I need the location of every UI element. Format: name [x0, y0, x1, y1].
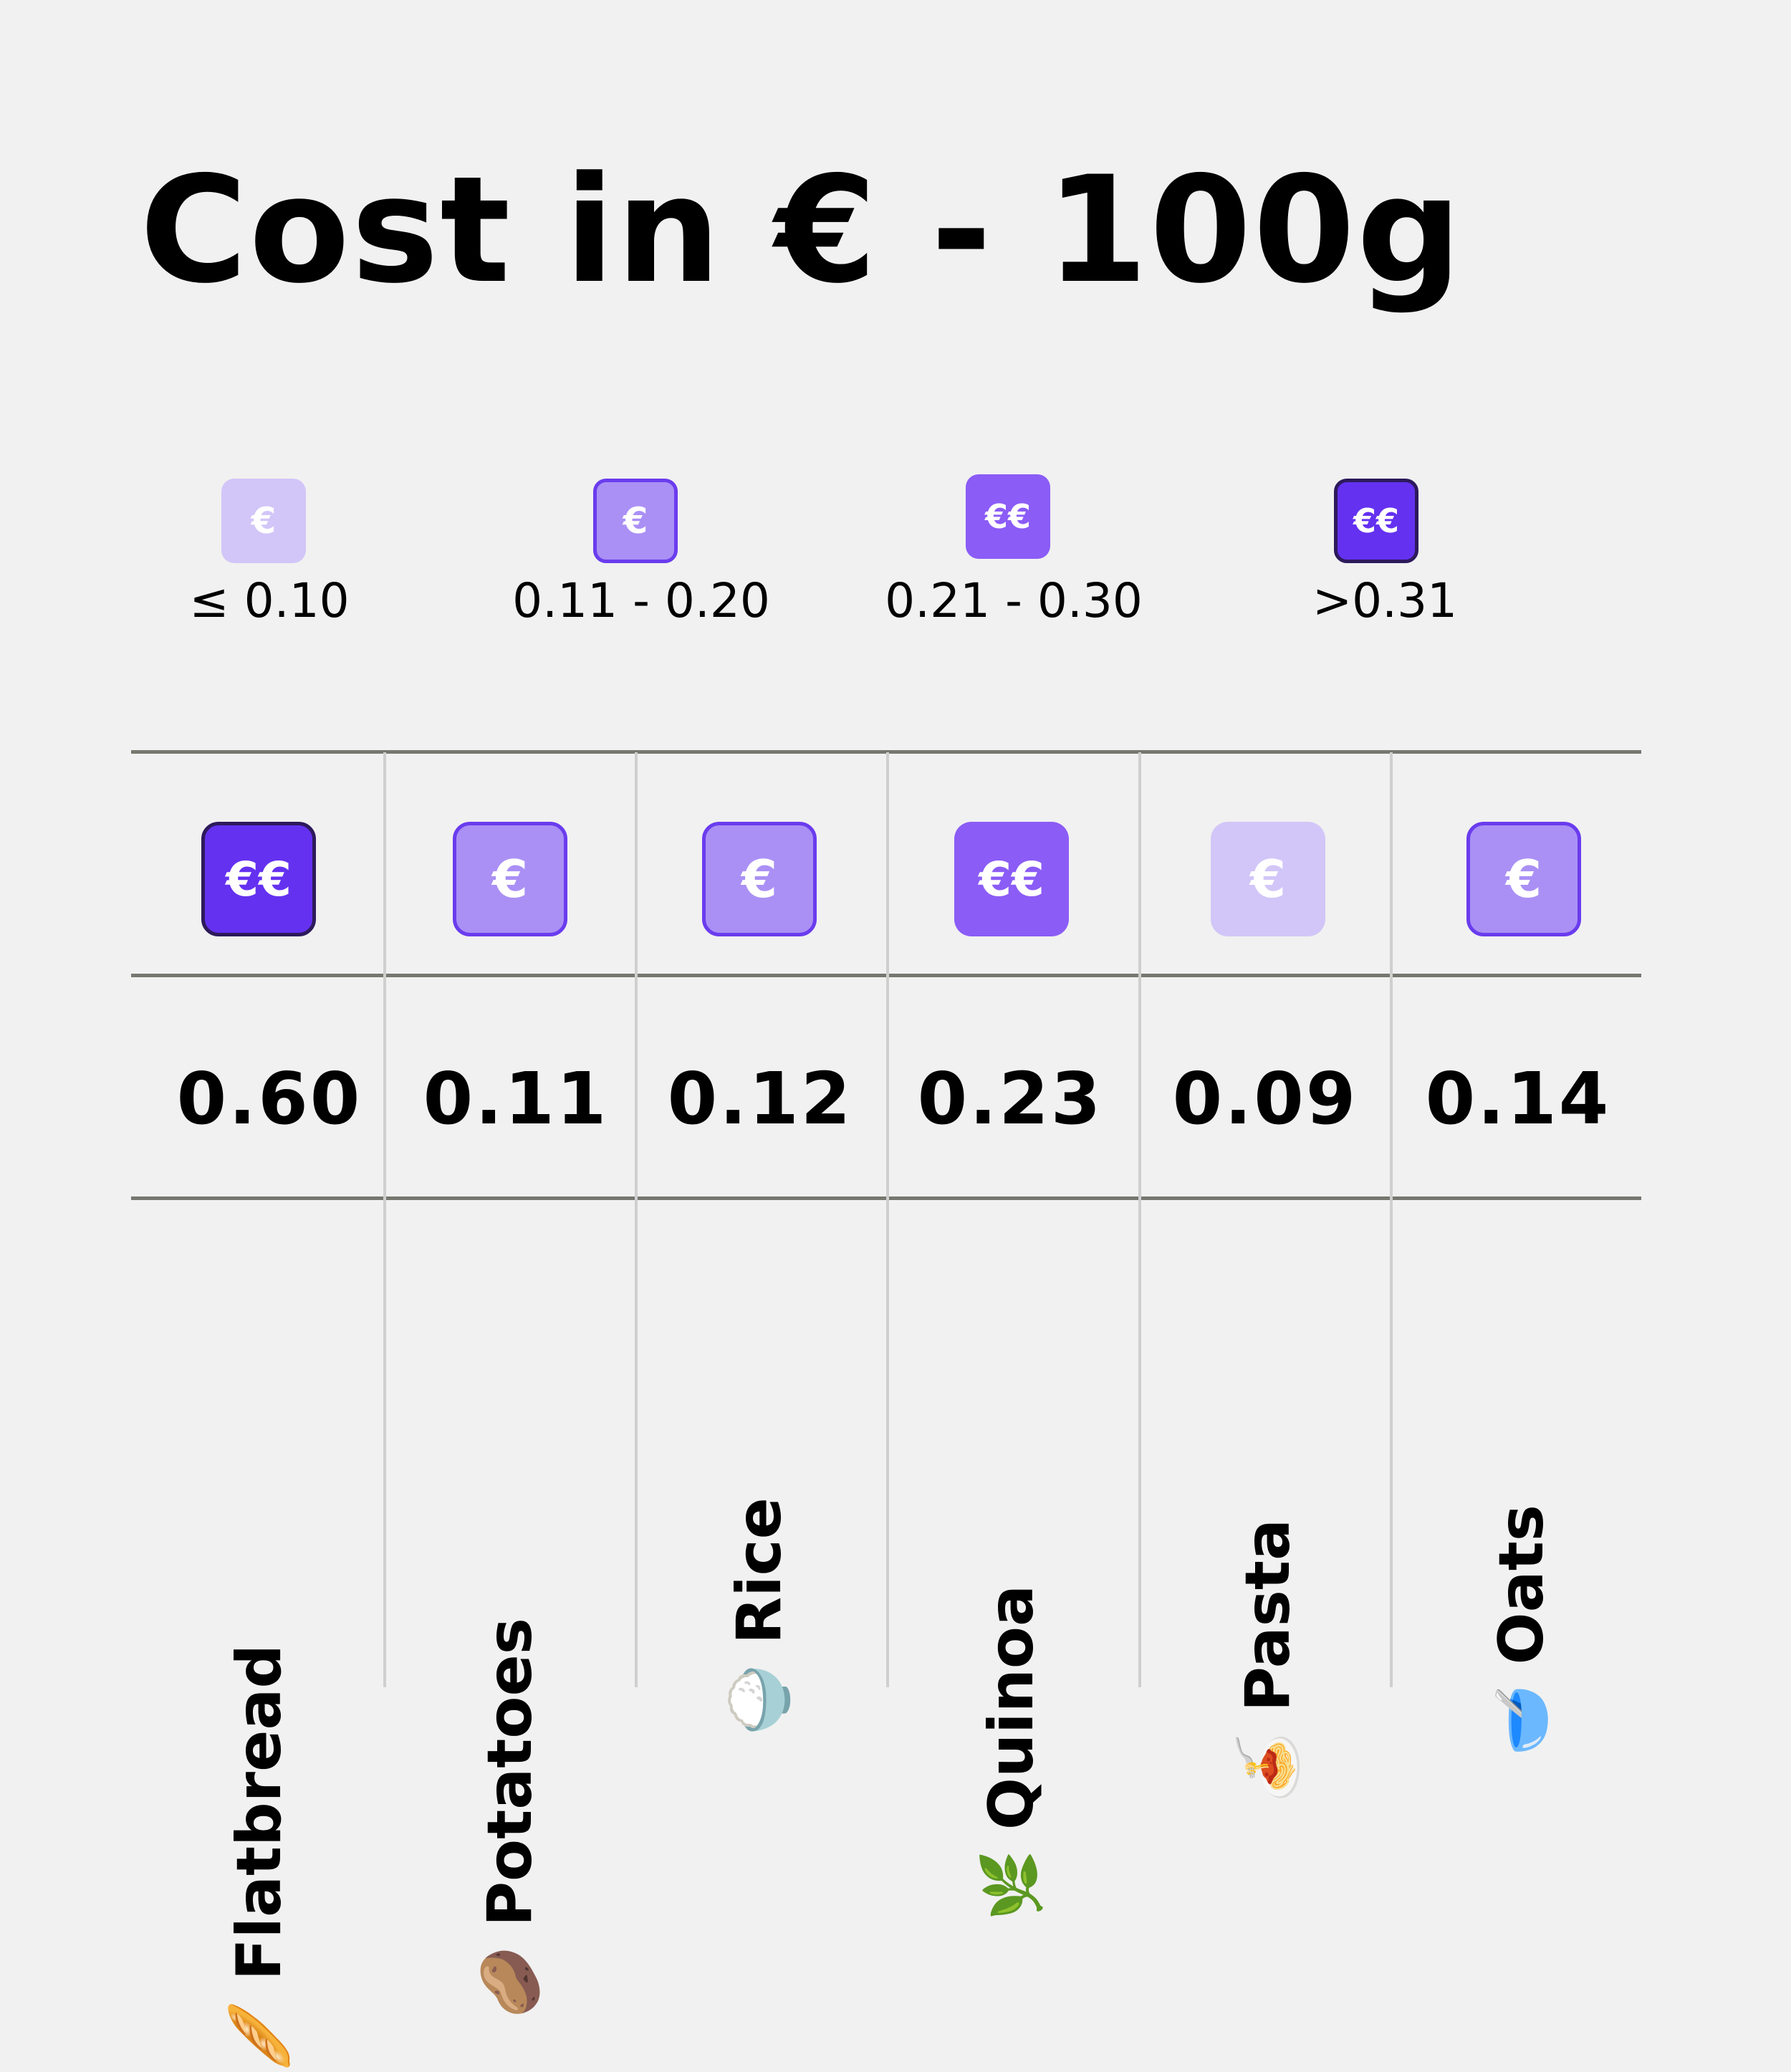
cost-badge-quinoa: €€ — [954, 822, 1069, 936]
cost-value-potatoes: 0.11 — [423, 1057, 609, 1141]
cost-value-quinoa: 0.23 — [917, 1057, 1103, 1141]
legend-badge-tier1: € — [221, 479, 306, 563]
cost-value-pasta: 0.09 — [1172, 1057, 1358, 1141]
cost-badge-pasta: € — [1211, 822, 1325, 936]
cost-value-rice: 0.12 — [667, 1057, 853, 1141]
column-divider — [1138, 752, 1141, 1687]
cost-value-flatbread: 0.60 — [176, 1057, 362, 1141]
food-label-flatbread: 🥖 Flatbread — [224, 1644, 295, 2072]
food-name: Flatbread — [224, 1644, 295, 1981]
cost-badge-flatbread: €€ — [201, 822, 316, 936]
legend-badge-tier2: € — [593, 479, 678, 563]
column-divider — [886, 752, 889, 1687]
column-divider — [635, 752, 638, 1687]
legend-label-tier3: 0.21 - 0.30 — [885, 573, 1143, 628]
food-name: Oats — [1486, 1505, 1557, 1665]
page-title: Cost in € - 100g — [140, 145, 1464, 316]
food-label-pasta: 🍝 Pasta — [1232, 1519, 1304, 1803]
cost-badge-oats: € — [1466, 822, 1581, 936]
legend-label-tier2: 0.11 - 0.20 — [512, 573, 770, 628]
legend-badge-tier4: €€ — [1334, 479, 1418, 563]
legend-label-tier1: ≤ 0.10 — [189, 573, 350, 628]
herb-icon: 🌿 — [978, 1850, 1045, 1922]
cost-badge-rice: € — [702, 822, 817, 936]
food-name: Quinoa — [976, 1585, 1047, 1831]
cost-badge-potatoes: € — [453, 822, 567, 936]
rice-bowl-icon: 🍚 — [726, 1664, 792, 1736]
baguette-icon: 🥖 — [226, 2000, 292, 2072]
potato-icon: 🥔 — [476, 1946, 543, 2018]
food-name: Potatoes — [474, 1618, 546, 1927]
bowl-with-spoon-icon: 🥣 — [1488, 1684, 1555, 1757]
cost-value-oats: 0.14 — [1425, 1057, 1611, 1141]
column-divider — [1390, 752, 1393, 1687]
food-name: Rice — [724, 1497, 795, 1645]
spaghetti-icon: 🍝 — [1234, 1732, 1301, 1803]
legend-badge-tier3: €€ — [966, 474, 1050, 559]
column-divider — [383, 752, 386, 1687]
food-label-rice: 🍚 Rice — [724, 1497, 795, 1736]
legend-label-tier4: >0.31 — [1312, 573, 1458, 628]
food-name: Pasta — [1232, 1519, 1304, 1712]
